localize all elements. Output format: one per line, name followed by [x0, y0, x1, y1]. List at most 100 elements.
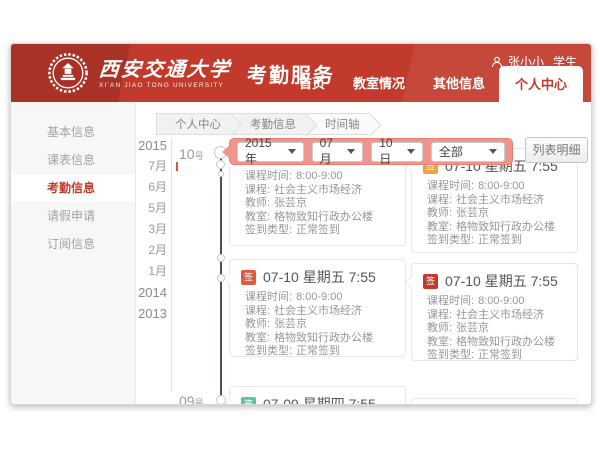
card-field-row: 教师: 张芸京: [423, 322, 566, 336]
timeline-node: [217, 254, 225, 262]
content-area: 基本信息 课表信息 考勤信息 请假申请 订阅信息 个人中心 考勤信息: [11, 102, 591, 405]
timeline-nav-item[interactable]: 2月: [129, 240, 167, 261]
timeline-nav-label: 3月: [148, 222, 167, 236]
card-field-row: 签到类型: 正常签到: [241, 345, 394, 359]
field-label: 课程时间:: [245, 291, 292, 303]
field-label: 教室:: [245, 211, 270, 223]
nav-tab[interactable]: 其他信息: [419, 73, 499, 92]
field-label: 课程:: [245, 305, 270, 317]
card-field-row: 课程:社会主义市场经济: [241, 184, 394, 198]
field-label: 教室:: [245, 332, 270, 344]
sidebar-item[interactable]: 考勤信息: [11, 174, 135, 202]
card-date: 07-09 星期四 7:55: [263, 394, 376, 405]
main-nav: 首页 教室情况 其他信息 个人中心: [285, 66, 583, 102]
field-label: 签到类型:: [245, 345, 292, 357]
card-field-row: 课程:社会主义市场经济: [423, 309, 566, 323]
timeline-nav-item[interactable]: 5月: [129, 198, 167, 219]
timeline-nav-label: 2月: [148, 243, 167, 257]
scope-dropdown[interactable]: 全部: [431, 142, 505, 162]
field-label: 签到类型:: [427, 349, 474, 361]
field-value: 正常签到: [296, 224, 340, 236]
field-label: 课程时间:: [427, 180, 474, 192]
nav-tab[interactable]: 教室情况: [339, 73, 419, 92]
field-label: 课程:: [245, 184, 270, 196]
app-window: 西安交通大学 XI'AN JIAO TONG UNIVERSITY 考勤服务 张…: [10, 43, 592, 405]
card-field-row: 教师:张芸京: [241, 318, 394, 332]
field-label: 教师:: [427, 207, 452, 219]
field-label: 课程时间:: [427, 295, 474, 307]
university-name-cn: 西安交通大学: [98, 58, 232, 80]
nav-tab[interactable]: 个人中心: [499, 66, 583, 102]
card-field-row: 教师: 张芸京: [423, 207, 566, 221]
card-field-row: 教室: 格物致知行政办公楼: [423, 336, 566, 350]
day-dropdown-value: 10日: [379, 136, 401, 167]
field-value: 格物致知行政办公楼: [456, 221, 555, 233]
timeline-node: [216, 160, 225, 169]
breadcrumb-item[interactable]: 个人中心: [156, 113, 231, 135]
field-label: 课程:: [427, 309, 452, 321]
field-value: 社会主义市场经济: [274, 305, 362, 317]
card-date: 07-10 星期五 7:55: [263, 267, 376, 287]
field-value: 张芸京: [456, 322, 489, 334]
field-value: 正常签到: [478, 349, 522, 361]
timeline-nav-item[interactable]: 2015: [129, 135, 167, 156]
day-dropdown[interactable]: 10日: [371, 142, 423, 162]
card-field-row: 课程时间:8:00-9:00: [241, 170, 394, 184]
card-field-row: 教师:张芸京: [241, 197, 394, 211]
timeline-nav-item[interactable]: 7月: [129, 156, 167, 177]
scope-dropdown-value: 全部: [439, 143, 463, 160]
status-stamp-icon: 签: [241, 397, 256, 406]
year-dropdown-value: 2015年: [245, 136, 282, 167]
timeline-nav-divider: [171, 138, 172, 392]
timeline-nav-item[interactable]: 1月: [129, 261, 167, 282]
card-header: 签 07-09 星期四 7:55: [241, 394, 394, 405]
field-value: 张芸京: [456, 207, 489, 219]
card-field-row: 签到类型: 正常签到: [423, 349, 566, 363]
nav-tab-label: 教室情况: [353, 76, 405, 91]
card-field-row: 教室: 格物致知行政办公楼: [241, 332, 394, 346]
sidebar-item[interactable]: 课表信息: [11, 146, 135, 174]
list-detail-button[interactable]: 列表明细: [525, 137, 588, 163]
breadcrumb: 个人中心 考勤信息 时间轴: [156, 113, 370, 135]
nav-tab-label: 首页: [299, 76, 325, 91]
field-label: 签到类型:: [427, 234, 474, 246]
field-value: 8:00-9:00: [478, 295, 524, 307]
timeline-nav-item[interactable]: 6月: [129, 177, 167, 198]
field-label: 教师:: [245, 197, 270, 209]
chevron-down-icon: [288, 149, 296, 154]
nav-tab[interactable]: 首页: [285, 73, 339, 92]
field-value: 8:00-9:00: [296, 170, 342, 182]
timeline-nav-label: 2013: [138, 306, 167, 321]
field-value: 8:00-9:00: [296, 291, 342, 303]
sidebar-item[interactable]: 订阅信息: [11, 230, 135, 258]
field-value: 格物致知行政办公楼: [274, 332, 373, 344]
month-dropdown-value: 07月: [320, 136, 342, 167]
chevron-down-icon: [347, 149, 355, 154]
timeline-nav-item[interactable]: 3月: [129, 219, 167, 240]
field-label: 教师:: [427, 322, 452, 334]
field-label: 教室:: [427, 336, 452, 348]
timeline-nav-item[interactable]: 2013: [129, 303, 167, 324]
field-value: 正常签到: [478, 234, 522, 246]
nav-tab-label: 个人中心: [515, 77, 567, 92]
sidebar: 基本信息 课表信息 考勤信息 请假申请 订阅信息: [11, 102, 136, 405]
card-field-row: 课程时间:8:00-9:00: [423, 180, 566, 194]
timeline-nav-label: 2015: [138, 138, 167, 153]
field-value: 格物致知行政办公楼: [274, 211, 373, 223]
field-value: 正常签到: [296, 345, 340, 357]
year-dropdown[interactable]: 2015年: [237, 142, 304, 162]
university-seal-logo: [47, 52, 89, 94]
sidebar-item[interactable]: 请假申请: [11, 202, 135, 230]
timeline-nav-label: 7月: [148, 159, 167, 173]
card-field-row: 课程时间: 8:00-9:00: [241, 291, 394, 305]
card-header: 签 07-10 星期五 7:55: [241, 267, 394, 287]
timeline-nav-item[interactable]: 2014: [129, 282, 167, 303]
sidebar-item[interactable]: 基本信息: [11, 118, 135, 146]
month-dropdown[interactable]: 07月: [312, 142, 364, 162]
field-label: 教师:: [245, 318, 270, 330]
field-label: 课程:: [427, 194, 452, 206]
field-value: 格物致知行政办公楼: [456, 336, 555, 348]
chevron-down-icon: [407, 149, 415, 154]
card-header: 签 07-10 星期五 7:55: [423, 271, 566, 291]
field-label: 教室:: [427, 221, 452, 233]
